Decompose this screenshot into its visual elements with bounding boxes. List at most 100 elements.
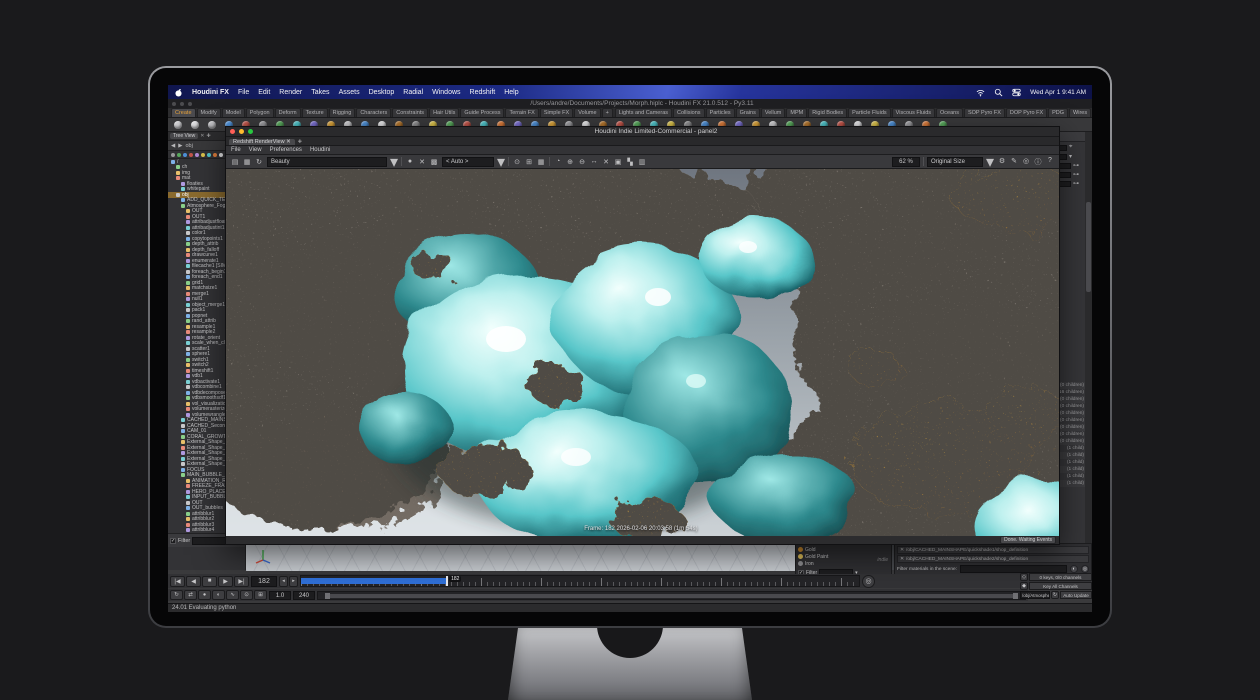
shelf-tab-dop-pyro-fx[interactable]: DOP Pyro FX xyxy=(1006,108,1047,117)
parameter-scrollbar[interactable] xyxy=(1085,132,1092,570)
close-window-icon[interactable] xyxy=(172,102,176,106)
render-view-window[interactable]: Houdini Indie Limited-Commercial - panel… xyxy=(225,126,1060,545)
control-center-icon[interactable] xyxy=(1012,88,1021,97)
definition-row[interactable]: ✕/obj/CACHED_MAINSHAPE/quickshade2/shop_… xyxy=(897,555,1089,563)
menu-item-desktop[interactable]: Desktop xyxy=(369,89,395,96)
shelf-tab-rigging[interactable]: Rigging xyxy=(329,108,356,117)
loop-mode-button[interactable]: ↻ xyxy=(170,590,183,600)
edit-icon[interactable]: ✎ xyxy=(1009,157,1019,167)
playhead[interactable] xyxy=(446,576,448,586)
refresh-icon[interactable]: ↻ xyxy=(1051,591,1059,599)
shelf-tab-polygon[interactable]: Polygon xyxy=(246,108,274,117)
shelf-tab-wires[interactable]: Wires xyxy=(1069,108,1091,117)
close-tab-icon[interactable]: ✕ xyxy=(286,139,291,145)
shelf-tab-pdg[interactable]: PDG xyxy=(1048,108,1068,117)
shelf-tab-hair-utils[interactable]: Hair Utils xyxy=(429,108,459,117)
dropdown-icon[interactable]: ▾ xyxy=(1069,153,1072,160)
shelf-tab-modify[interactable]: Modify xyxy=(197,108,221,117)
close-tab-icon[interactable]: ✕ xyxy=(200,133,204,139)
shelf-tab-simple-fx[interactable]: Simple FX xyxy=(540,108,573,117)
menu-item-help[interactable]: Help xyxy=(504,89,518,96)
tab-tree-view[interactable]: Tree View xyxy=(170,133,198,139)
start-render-icon[interactable]: ● xyxy=(405,158,415,166)
shelf-tab-particle-fluids[interactable]: Particle Fluids xyxy=(848,108,891,117)
global-range-button[interactable]: ⊞ xyxy=(254,590,267,600)
keys-channels-button[interactable]: 0 keys, 0/0 channels xyxy=(1029,573,1092,581)
shelf-tab-viscous-fluids[interactable]: Viscous Fluids xyxy=(892,108,935,117)
node-filter-icon[interactable] xyxy=(177,153,181,157)
size-mode-dropdown[interactable]: Original Size xyxy=(927,157,983,167)
key-icon[interactable]: ◇ xyxy=(1020,573,1028,581)
range-end-field[interactable]: 240 xyxy=(293,591,315,600)
shelf-tab-sop-pyro-fx[interactable]: SOP Pyro FX xyxy=(964,108,1005,117)
gear-icon[interactable]: ⚙ xyxy=(997,157,1007,167)
key-all-icon[interactable]: ◆ xyxy=(1020,582,1028,590)
stop-button[interactable]: ■ xyxy=(202,576,217,587)
shelf-tab-volume[interactable]: Volume xyxy=(574,108,600,117)
range-start-handle[interactable] xyxy=(325,593,330,599)
pin-icon[interactable]: ⌖ xyxy=(1069,144,1072,151)
node-filter-icon[interactable] xyxy=(171,153,175,157)
fit-view-icon[interactable]: ↔ xyxy=(589,158,599,166)
menu-item-file[interactable]: File xyxy=(238,89,249,96)
range-end-handle[interactable] xyxy=(1013,593,1018,599)
next-frame-button[interactable]: ▸ xyxy=(289,576,298,587)
zoom-out-icon[interactable]: ⊖ xyxy=(577,158,587,166)
search-icon[interactable] xyxy=(994,88,1003,97)
history-icon[interactable]: ◔ xyxy=(553,158,563,166)
shelf-tool-icon[interactable] xyxy=(174,121,182,129)
shelf-tab-rigid-bodies[interactable]: Rigid Bodies xyxy=(808,108,847,117)
close-icon[interactable]: ✕ xyxy=(900,548,904,553)
render-window-title-bar[interactable]: Houdini Indie Limited-Commercial - panel… xyxy=(226,127,1059,137)
scoped-path-field[interactable]: /obj/Atmospheric... xyxy=(1020,591,1050,599)
filter-checkbox[interactable]: ✓ xyxy=(170,538,176,544)
add-tab-icon[interactable]: ✚ xyxy=(206,133,210,139)
timeline-ruler[interactable]: 182 xyxy=(300,575,860,587)
jump-to-end-button[interactable]: ▶| xyxy=(234,576,249,587)
material-item[interactable]: Gold Paint xyxy=(798,553,889,560)
shelf-tab-terrain-fx[interactable]: Terrain FX xyxy=(505,108,538,117)
render-menu-file[interactable]: File xyxy=(231,147,241,153)
prev-frame-button[interactable]: ◂ xyxy=(279,576,288,587)
apple-logo-icon[interactable] xyxy=(174,88,183,97)
forward-icon[interactable]: ▶ xyxy=(178,143,182,149)
magnifier-icon[interactable]: ◎ xyxy=(1021,157,1031,167)
timeline-zoom-button[interactable]: ◎ xyxy=(862,575,875,588)
breadcrumb[interactable]: obj xyxy=(185,143,192,149)
refresh-render-icon[interactable]: ↻ xyxy=(254,158,264,166)
material-item[interactable]: Iron xyxy=(798,560,889,567)
sphere-preview-icon[interactable]: ◐ xyxy=(1070,565,1078,573)
lock-icon[interactable]: ⊙ xyxy=(512,158,522,166)
cache-toggle-button[interactable]: ⊙ xyxy=(240,590,253,600)
back-icon[interactable]: ◀ xyxy=(171,143,175,149)
shelf-tab-lights-and-cameras[interactable]: Lights and Cameras xyxy=(615,108,672,117)
clear-icon[interactable]: ✕ xyxy=(601,158,611,166)
definition-row[interactable]: ✕/obj/CACHED_MAINSHAPE/quickshade1/shop_… xyxy=(897,546,1089,554)
menu-item-render[interactable]: Render xyxy=(279,89,302,96)
layers-icon[interactable]: ▦ xyxy=(242,158,252,166)
shelf-tab-oceans[interactable]: Oceans xyxy=(936,108,963,117)
render-menu-preferences[interactable]: Preferences xyxy=(270,147,302,153)
save-image-icon[interactable]: ▤ xyxy=(230,158,240,166)
shelf-tab-mpm[interactable]: MPM xyxy=(786,108,807,117)
auto-update-dropdown[interactable]: Auto Update xyxy=(1060,591,1092,599)
checker-background-icon[interactable]: ▦ xyxy=(536,158,546,166)
shelf-tab-texture[interactable]: Texture xyxy=(302,108,328,117)
snapshot-dropdown[interactable]: < Auto > xyxy=(442,157,494,167)
menu-bar-clock[interactable]: Wed Apr 1 9:41 AM xyxy=(1030,89,1086,96)
shelf-tab-grains[interactable]: Grains xyxy=(736,108,760,117)
menu-item-redshift[interactable]: Redshift xyxy=(470,89,496,96)
help-icon[interactable]: ? xyxy=(1045,157,1055,167)
aov-dropdown[interactable]: Beauty xyxy=(267,157,387,167)
info-icon[interactable]: ⓘ xyxy=(1033,157,1043,167)
current-frame-field[interactable]: 182 xyxy=(251,576,277,587)
menu-item-windows[interactable]: Windows xyxy=(432,89,460,96)
node-filter-icon[interactable] xyxy=(219,153,223,157)
link-icon[interactable]: ⊶ xyxy=(1073,180,1079,187)
shelf-tab-collisions[interactable]: Collisions xyxy=(673,108,705,117)
link-icon[interactable]: ⊶ xyxy=(1073,171,1079,178)
shelf-tool-icon[interactable] xyxy=(191,121,199,129)
shelf-tab-characters[interactable]: Characters xyxy=(356,108,391,117)
wifi-icon[interactable] xyxy=(976,88,985,97)
stop-render-icon[interactable]: ✕ xyxy=(417,158,427,166)
